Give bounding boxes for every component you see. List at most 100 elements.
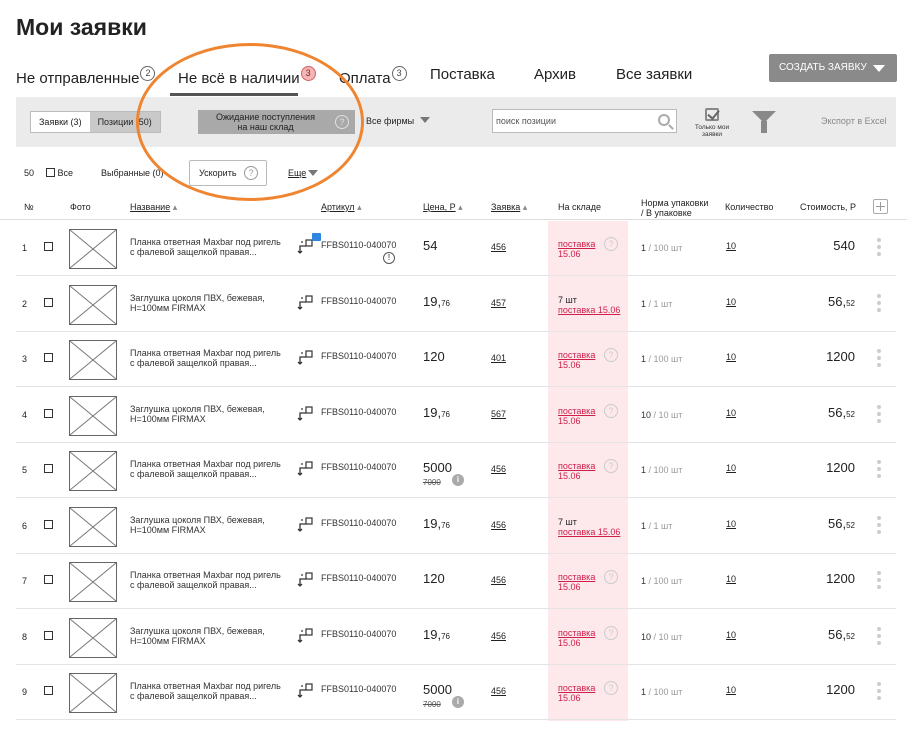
seg-orders[interactable]: Заявки (3): [31, 112, 90, 132]
search-input[interactable]: поиск позиции: [492, 109, 677, 133]
question-icon[interactable]: ?: [604, 625, 618, 640]
quantity-value[interactable]: 10: [726, 352, 736, 362]
col-article[interactable]: Артикул: [321, 202, 362, 212]
question-icon[interactable]: ?: [604, 237, 618, 251]
delivery-link[interactable]: поставка 15.06: [558, 527, 620, 537]
question-icon[interactable]: ?: [244, 166, 258, 180]
row-checkbox[interactable]: [44, 519, 53, 529]
col-name[interactable]: Название: [130, 202, 177, 212]
replace-icon[interactable]: [296, 348, 314, 368]
quantity-value[interactable]: 10: [726, 297, 736, 307]
quantity-value[interactable]: 10: [726, 630, 736, 640]
replace-icon[interactable]: [296, 515, 314, 535]
product-name[interactable]: Заглушка цоколя ПВХ, бежевая, H=100мм FIR…: [130, 404, 290, 424]
await-arrival-button[interactable]: Ожидание поступления на наш склад ?: [198, 110, 355, 134]
product-photo[interactable]: [69, 451, 117, 491]
add-column-icon[interactable]: [873, 199, 888, 214]
kebab-menu-icon[interactable]: [877, 626, 881, 648]
tab-payment[interactable]: Оплата 3: [339, 66, 407, 87]
quantity-value[interactable]: 10: [726, 574, 736, 584]
delivery-link[interactable]: поставка: [558, 350, 595, 360]
speed-up-button[interactable]: Ускорить?: [189, 160, 267, 186]
select-all[interactable]: Все: [46, 168, 73, 178]
order-link[interactable]: 456: [491, 464, 506, 474]
quantity-value[interactable]: 10: [726, 519, 736, 529]
question-icon[interactable]: ?: [604, 403, 618, 418]
kebab-menu-icon[interactable]: [877, 238, 881, 259]
delivery-link[interactable]: поставка: [558, 461, 595, 471]
order-link[interactable]: 457: [491, 298, 506, 308]
row-checkbox[interactable]: [44, 464, 53, 473]
question-icon[interactable]: ?: [335, 115, 349, 129]
comment-icon[interactable]: [312, 233, 321, 241]
row-checkbox[interactable]: [44, 242, 53, 251]
product-photo[interactable]: [69, 562, 117, 602]
replace-icon[interactable]: [296, 570, 314, 590]
info-icon[interactable]: i: [452, 696, 464, 708]
delivery-link[interactable]: поставка: [558, 239, 595, 249]
row-checkbox[interactable]: [44, 686, 53, 695]
replace-icon[interactable]: [296, 404, 314, 424]
checkbox[interactable]: [46, 168, 55, 177]
tab-all-orders[interactable]: Все заявки: [616, 66, 692, 83]
quantity-value[interactable]: 10: [726, 463, 736, 473]
order-link[interactable]: 456: [491, 520, 506, 530]
product-photo[interactable]: [69, 673, 117, 713]
only-mine-toggle[interactable]: Только мои заявки: [690, 108, 734, 138]
quantity-value[interactable]: 10: [726, 685, 736, 695]
kebab-menu-icon[interactable]: [877, 293, 881, 315]
firms-dropdown[interactable]: Все фирмы: [366, 116, 431, 126]
tab-archive[interactable]: Архив: [534, 66, 576, 83]
kebab-menu-icon[interactable]: [877, 460, 881, 481]
row-checkbox[interactable]: [44, 297, 53, 307]
delivery-link[interactable]: поставка: [558, 628, 595, 638]
warning-icon[interactable]: !: [383, 252, 395, 264]
question-icon[interactable]: ?: [604, 570, 618, 584]
col-order[interactable]: Заявка: [491, 202, 527, 212]
quantity-value[interactable]: 10: [726, 408, 736, 418]
replace-icon[interactable]: [296, 626, 314, 646]
delivery-link[interactable]: поставка: [558, 572, 595, 582]
info-icon[interactable]: i: [452, 474, 464, 486]
product-photo[interactable]: [69, 340, 117, 380]
delivery-link[interactable]: поставка 15.06: [558, 305, 620, 315]
search-icon[interactable]: [658, 114, 670, 126]
product-photo[interactable]: [69, 284, 117, 325]
product-name[interactable]: Планка ответная Maxbar под ригель с фалев…: [130, 237, 290, 257]
question-icon[interactable]: ?: [604, 681, 618, 695]
selected-count[interactable]: Выбранные (0): [101, 168, 164, 178]
row-checkbox[interactable]: [44, 630, 53, 640]
order-link[interactable]: 567: [491, 409, 506, 419]
order-link[interactable]: 456: [491, 631, 506, 641]
product-name[interactable]: Заглушка цоколя ПВХ, бежевая, H=100мм FIR…: [130, 626, 290, 646]
tab-delivery[interactable]: Поставка: [430, 66, 495, 83]
product-photo[interactable]: [69, 229, 117, 269]
export-excel-link[interactable]: Экспорт в Excel: [821, 116, 887, 126]
question-icon[interactable]: ?: [604, 348, 618, 362]
product-name[interactable]: Планка ответная Maxbar под ригель с фалев…: [130, 348, 290, 368]
replace-icon[interactable]: [296, 459, 314, 479]
filter-icon[interactable]: [752, 111, 776, 133]
create-order-button[interactable]: СОЗДАТЬ ЗАЯВКУ: [769, 54, 897, 82]
row-checkbox[interactable]: [44, 408, 53, 418]
tab-not-sent[interactable]: Не отправленные 2: [16, 66, 156, 87]
order-link[interactable]: 456: [491, 686, 506, 696]
product-photo[interactable]: [69, 506, 117, 547]
order-link[interactable]: 456: [491, 242, 506, 252]
more-dropdown[interactable]: Еще: [288, 168, 319, 178]
replace-icon[interactable]: [296, 681, 314, 701]
product-name[interactable]: Заглушка цоколя ПВХ, бежевая, H=100мм FIR…: [130, 515, 290, 535]
delivery-link[interactable]: поставка: [558, 406, 595, 416]
kebab-menu-icon[interactable]: [877, 515, 881, 537]
seg-positions[interactable]: Позиции (50): [89, 112, 160, 132]
order-link[interactable]: 456: [491, 575, 506, 585]
order-link[interactable]: 401: [491, 353, 506, 363]
delivery-link[interactable]: поставка: [558, 683, 595, 693]
row-checkbox[interactable]: [44, 353, 53, 362]
row-checkbox[interactable]: [44, 575, 53, 584]
question-icon[interactable]: ?: [604, 459, 618, 473]
tab-not-all-available[interactable]: Не всё в наличии 3: [178, 66, 316, 87]
product-name[interactable]: Планка ответная Maxbar под ригель с фалев…: [130, 681, 290, 701]
product-photo[interactable]: [69, 395, 117, 436]
product-name[interactable]: Планка ответная Maxbar под ригель с фалев…: [130, 459, 290, 479]
